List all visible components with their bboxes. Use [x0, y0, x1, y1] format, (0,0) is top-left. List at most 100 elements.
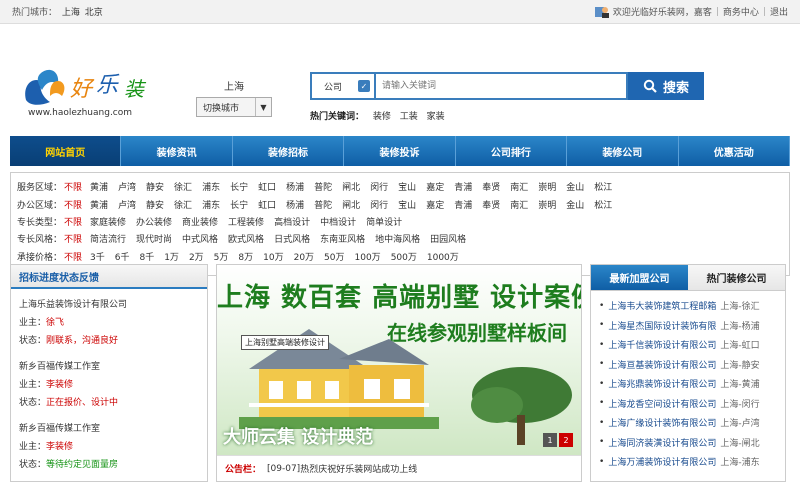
- filter-option[interactable]: 卢湾: [118, 180, 136, 193]
- filter-option[interactable]: 商业装修: [182, 215, 218, 228]
- company-link[interactable]: 上海同济装潢设计有限公司: [608, 436, 716, 449]
- filter-option[interactable]: 徐汇: [174, 198, 192, 211]
- owner-name[interactable]: 徐飞: [46, 318, 64, 328]
- keyword-link[interactable]: 装修: [373, 112, 391, 122]
- list-item[interactable]: • 上海同济装潢设计有限公司 上海-闸北: [599, 433, 785, 453]
- nav-item[interactable]: 公司排行: [456, 136, 568, 166]
- tender-company[interactable]: 上海乐益装饰设计有限公司: [19, 297, 207, 315]
- filter-option[interactable]: 浦东: [202, 180, 220, 193]
- filter-option[interactable]: 2万: [189, 250, 204, 263]
- filter-option-all[interactable]: 不限: [64, 232, 82, 245]
- filter-option[interactable]: 长宁: [230, 180, 248, 193]
- filter-option[interactable]: 办公装修: [136, 215, 172, 228]
- filter-option-all[interactable]: 不限: [64, 198, 82, 211]
- search-button[interactable]: 搜索: [628, 72, 704, 100]
- filter-option[interactable]: 黄浦: [90, 198, 108, 211]
- tab-new-companies[interactable]: 最新加盟公司: [591, 265, 688, 291]
- company-link[interactable]: 上海兆鼎装饰设计有限公司: [608, 377, 716, 390]
- filter-option[interactable]: 工程装修: [228, 215, 264, 228]
- company-link[interactable]: 上海千信装饰设计有限公司: [608, 338, 716, 351]
- filter-option[interactable]: 南汇: [510, 198, 528, 211]
- list-item[interactable]: • 上海千信装饰设计有限公司 上海-虹口: [599, 335, 785, 355]
- banner-image[interactable]: 上海 数百套 高端别墅 设计案例 在线参观别墅样板间 上海别墅高端装修设计 大师…: [217, 265, 581, 455]
- filter-option-all[interactable]: 不限: [64, 250, 82, 263]
- filter-option[interactable]: 黄浦: [90, 180, 108, 193]
- filter-option[interactable]: 杨浦: [286, 198, 304, 211]
- filter-option[interactable]: 5万: [214, 250, 229, 263]
- filter-option[interactable]: 闵行: [370, 180, 388, 193]
- hot-city-beijing[interactable]: 北京: [85, 8, 103, 18]
- filter-option[interactable]: 闸北: [342, 198, 360, 211]
- nav-item[interactable]: 装修招标: [233, 136, 345, 166]
- filter-option[interactable]: 3千: [90, 250, 105, 263]
- filter-option[interactable]: 500万: [391, 250, 417, 263]
- filter-option-all[interactable]: 不限: [64, 180, 82, 193]
- logout-link[interactable]: 退出: [770, 5, 788, 18]
- filter-option[interactable]: 1万: [164, 250, 179, 263]
- filter-option[interactable]: 嘉定: [426, 198, 444, 211]
- filter-option[interactable]: 东南亚风格: [320, 232, 365, 245]
- filter-option[interactable]: 奉贤: [482, 198, 500, 211]
- filter-option[interactable]: 金山: [566, 180, 584, 193]
- filter-option[interactable]: 松江: [594, 180, 612, 193]
- owner-name[interactable]: 李装修: [46, 380, 73, 390]
- filter-option[interactable]: 8千: [139, 250, 154, 263]
- filter-option[interactable]: 青浦: [454, 198, 472, 211]
- filter-option[interactable]: 普陀: [314, 198, 332, 211]
- company-link[interactable]: 上海广缘设计装饰有限公司: [608, 416, 716, 429]
- hot-city-shanghai[interactable]: 上海: [62, 8, 80, 18]
- filter-option[interactable]: 松江: [594, 198, 612, 211]
- list-item[interactable]: • 上海星杰国际设计装饰有限 上海-杨浦: [599, 316, 785, 336]
- banner-page-button[interactable]: 1: [543, 433, 557, 447]
- filter-option[interactable]: 地中海风格: [375, 232, 420, 245]
- filter-option[interactable]: 6千: [115, 250, 130, 263]
- filter-option-all[interactable]: 不限: [64, 215, 82, 228]
- filter-option[interactable]: 家庭装修: [90, 215, 126, 228]
- list-item[interactable]: • 上海龙香空间设计有限公司 上海-闵行: [599, 394, 785, 414]
- search-category-select[interactable]: 公司 ✓: [310, 72, 374, 100]
- business-center-link[interactable]: 商务中心: [723, 5, 759, 18]
- filter-option[interactable]: 普陀: [314, 180, 332, 193]
- filter-option[interactable]: 100万: [355, 250, 381, 263]
- nav-item[interactable]: 网站首页: [10, 136, 122, 166]
- filter-option[interactable]: 静安: [146, 180, 164, 193]
- filter-option[interactable]: 田园风格: [430, 232, 466, 245]
- filter-option[interactable]: 虹口: [258, 198, 276, 211]
- filter-option[interactable]: 闵行: [370, 198, 388, 211]
- filter-option[interactable]: 简洁流行: [90, 232, 126, 245]
- filter-option[interactable]: 嘉定: [426, 180, 444, 193]
- search-input[interactable]: [374, 72, 628, 100]
- list-item[interactable]: • 上海广缘设计装饰有限公司 上海-卢湾: [599, 413, 785, 433]
- nav-item[interactable]: 装修投诉: [344, 136, 456, 166]
- owner-name[interactable]: 李装修: [46, 442, 73, 452]
- filter-option[interactable]: 奉贤: [482, 180, 500, 193]
- tab-hot-companies[interactable]: 热门装修公司: [688, 265, 785, 291]
- filter-option[interactable]: 青浦: [454, 180, 472, 193]
- filter-option[interactable]: 欧式风格: [228, 232, 264, 245]
- filter-option[interactable]: 宝山: [398, 198, 416, 211]
- list-item[interactable]: • 上海兆鼎装饰设计有限公司 上海-黄浦: [599, 374, 785, 394]
- filter-option[interactable]: 金山: [566, 198, 584, 211]
- tender-company[interactable]: 新乡百福传媒工作室: [19, 421, 207, 439]
- filter-option[interactable]: 崇明: [538, 198, 556, 211]
- notice-link[interactable]: 热烈庆祝好乐装网站成功上线: [300, 462, 417, 475]
- company-link[interactable]: 上海韦大装饰建筑工程邮箱: [608, 299, 716, 312]
- filter-option[interactable]: 现代时尚: [136, 232, 172, 245]
- keyword-link[interactable]: 家装: [427, 112, 445, 122]
- filter-option[interactable]: 徐汇: [174, 180, 192, 193]
- banner-page-button[interactable]: 2: [559, 433, 573, 447]
- filter-option[interactable]: 浦东: [202, 198, 220, 211]
- filter-option[interactable]: 卢湾: [118, 198, 136, 211]
- filter-option[interactable]: 静安: [146, 198, 164, 211]
- filter-option[interactable]: 南汇: [510, 180, 528, 193]
- company-link[interactable]: 上海万浦装饰设计有限公司: [608, 455, 716, 468]
- filter-option[interactable]: 20万: [294, 250, 314, 263]
- filter-option[interactable]: 8万: [238, 250, 253, 263]
- filter-option[interactable]: 中档设计: [320, 215, 356, 228]
- switch-city-button[interactable]: 切换城市 ▼: [196, 97, 272, 117]
- filter-option[interactable]: 日式风格: [274, 232, 310, 245]
- company-link[interactable]: 上海亘基装饰设计有限公司: [608, 358, 716, 371]
- nav-item[interactable]: 优惠活动: [679, 136, 790, 166]
- filter-option[interactable]: 长宁: [230, 198, 248, 211]
- list-item[interactable]: • 上海韦大装饰建筑工程邮箱 上海-徐汇: [599, 296, 785, 316]
